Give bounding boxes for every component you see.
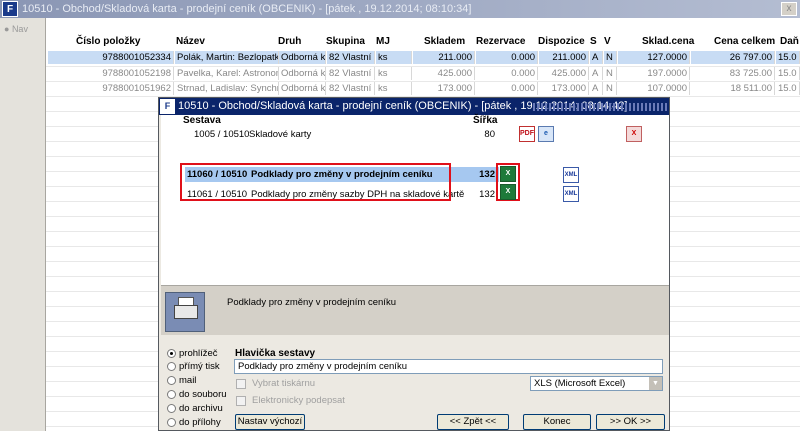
cell-dan: 15.0: [776, 67, 800, 80]
column-header[interactable]: S: [590, 36, 597, 47]
left-panel: ● Nav: [0, 18, 46, 431]
report-list: Sestava Šířka 1005 / 10510 Skladové kart…: [161, 115, 669, 285]
report-description: Podklady pro změny v prodejním ceníku: [227, 297, 396, 308]
cell-skupina: 82 Vlastní z: [329, 67, 375, 80]
cell-cislo: 9788001052334: [48, 51, 174, 64]
cell-druh: Odborná kn: [279, 51, 326, 64]
ok-button[interactable]: >> OK >>: [596, 414, 665, 430]
nav-button[interactable]: ● Nav: [4, 24, 28, 34]
grid-header: Číslo položky Název Druh Skupina MJ Skla…: [46, 32, 800, 52]
cell-nazev: Pavelka, Karel: Astronomi: [177, 67, 279, 80]
chevron-down-icon: ▼: [649, 377, 662, 390]
cell-dan: 15.0: [776, 51, 800, 64]
background-window-titlebar: F 10510 - Obchod/Skladová karta - prodej…: [0, 0, 800, 18]
cell-rezervace: 0.000: [476, 51, 538, 64]
cell-celkem: 18 511.00: [691, 82, 775, 95]
format-select[interactable]: XLS (Microsoft Excel) ▼: [530, 376, 663, 391]
table-row[interactable]: 9788001052198 Pavelka, Karel: Astronomi …: [46, 66, 800, 81]
printer-icon: [165, 292, 205, 332]
cell-skladem: 425.000: [413, 67, 475, 80]
titlebar-grip: [533, 103, 667, 111]
cell-cena: 107.0000: [618, 82, 690, 95]
cell-v: N: [604, 67, 617, 80]
cell-dispozice: 425.000: [539, 67, 589, 80]
cell-rezervace: 0.000: [476, 82, 538, 95]
column-header[interactable]: Skupina: [326, 36, 365, 47]
report-row[interactable]: 1005 / 10510 Skladové karty 80: [183, 127, 653, 143]
column-sestava: Sestava: [183, 115, 221, 126]
cell-nazev: Strnad, Ladislav: Synchro: [177, 82, 279, 95]
cell-cena: 127.0000: [618, 51, 690, 64]
cell-rezervace: 0.000: [476, 67, 538, 80]
cell-celkem: 83 725.00: [691, 67, 775, 80]
report-name: Skladové karty: [249, 129, 312, 140]
cell-dispozice: 173.000: [539, 82, 589, 95]
cell-skladem: 211.000: [413, 51, 475, 64]
cell-celkem: 26 797.00: [691, 51, 775, 64]
column-header[interactable]: Cena celkem: [714, 36, 775, 47]
cell-cislo: 9788001051962: [48, 82, 174, 95]
table-row[interactable]: 9788001052334 Polák, Martin: Bezlopatkov…: [46, 50, 800, 65]
report-width: 132: [479, 169, 495, 180]
cell-nazev: Polák, Martin: Bezlopatkov: [175, 51, 279, 64]
cell-skupina: 82 Vlastní z: [329, 82, 375, 95]
cell-dan: 15.0: [776, 82, 800, 95]
end-button[interactable]: Konec: [523, 414, 591, 430]
excel-icon[interactable]: X: [500, 166, 516, 182]
column-header[interactable]: Dispozice: [538, 36, 585, 47]
pdf-icon[interactable]: PDF: [519, 126, 535, 142]
set-defaults-button[interactable]: Nastav výchozí: [235, 414, 305, 430]
cell-skladem: 173.000: [413, 82, 475, 95]
dialog-titlebar[interactable]: F 10510 - Obchod/Skladová karta - prodej…: [159, 98, 669, 115]
report-width: 80: [484, 129, 495, 140]
column-header[interactable]: Rezervace: [476, 36, 525, 47]
header-input[interactable]: Podklady pro změny v prodejním ceníku: [234, 359, 663, 374]
nav-label: Nav: [11, 24, 28, 34]
header-label: Hlavička sestavy: [235, 348, 316, 359]
cell-s: A: [590, 67, 603, 80]
print-dialog: F 10510 - Obchod/Skladová karta - prodej…: [158, 97, 670, 431]
xml-icon[interactable]: XML: [563, 186, 579, 202]
cell-s: A: [590, 51, 603, 64]
report-info-panel: Podklady pro změny v prodejním ceníku: [161, 285, 669, 335]
app-logo-icon: F: [2, 1, 18, 17]
report-width: 132: [479, 189, 495, 200]
cell-cislo: 9788001052198: [48, 67, 174, 80]
web-icon[interactable]: e: [538, 126, 554, 142]
cell-v: N: [604, 82, 617, 95]
cell-cena: 197.0000: [618, 67, 690, 80]
background-window-title: 10510 - Obchod/Skladová karta - prodejní…: [22, 3, 472, 15]
xml-icon[interactable]: XML: [563, 167, 579, 183]
cell-mj: ks: [376, 82, 412, 95]
column-header[interactable]: Číslo položky: [76, 36, 140, 47]
excel-icon[interactable]: X: [500, 184, 516, 200]
column-header[interactable]: MJ: [376, 36, 390, 47]
column-header[interactable]: Sklad.cena: [642, 36, 694, 47]
highlight-box: [180, 163, 451, 201]
column-header[interactable]: Název: [176, 36, 205, 47]
cell-mj: ks: [376, 51, 412, 64]
cell-druh: Odborná kn: [281, 67, 326, 80]
cell-v: N: [604, 51, 617, 64]
cell-dispozice: 211.000: [539, 51, 589, 64]
column-header[interactable]: Daň: [780, 36, 799, 47]
cell-druh: Odborná kn: [281, 82, 326, 95]
table-row[interactable]: 9788001051962 Strnad, Ladislav: Synchro …: [46, 81, 800, 96]
delete-icon[interactable]: X: [626, 126, 642, 142]
back-button[interactable]: << Zpět <<: [437, 414, 509, 430]
close-icon[interactable]: x: [781, 2, 797, 16]
column-header[interactable]: Skladem: [424, 36, 465, 47]
column-header[interactable]: Druh: [278, 36, 301, 47]
app-logo-icon: F: [160, 99, 175, 114]
cell-mj: ks: [376, 67, 412, 80]
format-value: XLS (Microsoft Excel): [534, 378, 626, 389]
cell-skupina: 82 Vlastní z: [327, 51, 375, 64]
column-sirka: Šířka: [473, 115, 498, 126]
report-code: 1005 / 10510: [194, 129, 250, 140]
column-header[interactable]: V: [604, 36, 611, 47]
cell-s: A: [590, 82, 603, 95]
